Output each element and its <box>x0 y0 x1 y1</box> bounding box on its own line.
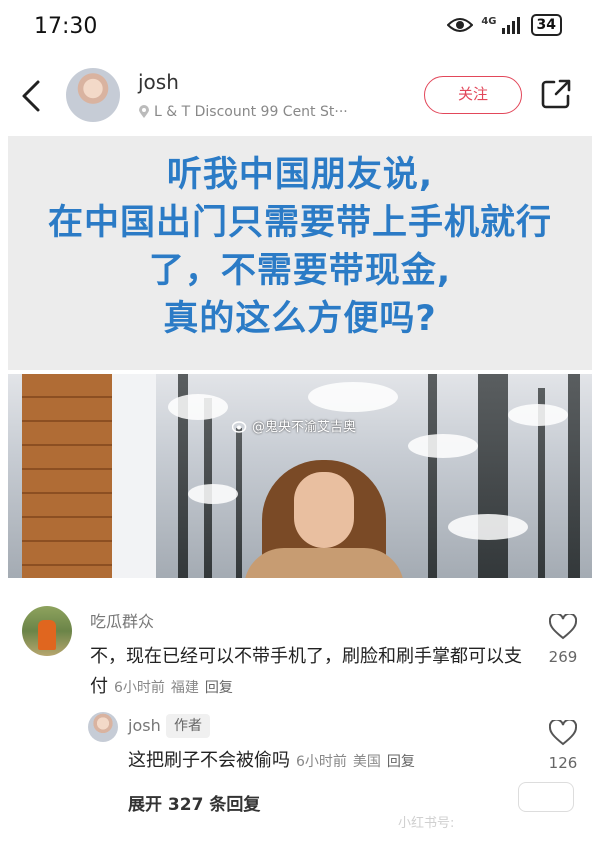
snow-patch <box>408 434 478 458</box>
post-title-line: 真的这么方便吗? <box>163 299 437 339</box>
fur-coat <box>244 548 404 578</box>
tree <box>428 374 437 578</box>
like-count: 126 <box>548 754 578 772</box>
woman-figure <box>244 460 404 578</box>
comment-location: 福建 <box>170 680 199 696</box>
post-title-line: 了，不需要带现金, <box>148 251 452 291</box>
wood-wall <box>22 374 112 578</box>
eye-icon <box>447 18 474 32</box>
comment-text[interactable]: 不，现在已经可以不带手机了，刷脸和刷手掌都可以支付 6小时前 福建 回复 <box>90 642 530 703</box>
bottom-watermark: 小红书号: <box>398 816 455 831</box>
post-header: josh L & T Discount 99 Cent St··· 关注 <box>0 60 600 132</box>
location-pin-icon <box>139 105 149 118</box>
reply-location: 美国 <box>352 754 381 770</box>
reply-body: 这把刷子不会被偷吗 <box>128 750 290 771</box>
author-avatar[interactable] <box>66 68 120 122</box>
commenter-name[interactable]: 吃瓜群众 <box>90 608 154 632</box>
author-username[interactable]: josh <box>138 70 179 94</box>
tree <box>236 428 242 578</box>
snow-patch <box>188 484 238 504</box>
heart-icon[interactable] <box>549 720 577 746</box>
replier-name[interactable]: josh <box>128 716 161 735</box>
heart-icon[interactable] <box>549 614 577 640</box>
snow-patch <box>448 514 528 540</box>
tree <box>568 374 580 578</box>
post-photo[interactable]: @鬼央不渝艾吉奥 <box>8 374 592 578</box>
battery-icon: 34 <box>530 14 562 36</box>
reply-comment: josh 作者 这把刷子不会被偷吗 6小时前 美国 回复 126 <box>0 708 600 788</box>
avatar-figure <box>38 620 56 650</box>
expand-replies-button[interactable]: 展开 327 条回复 <box>128 790 260 815</box>
post-title-line: 听我中国朋友说, <box>166 155 434 195</box>
reply-time: 6小时前 <box>296 754 347 770</box>
author-badge: 作者 <box>166 714 210 738</box>
comment-time: 6小时前 <box>114 680 165 696</box>
reply-text[interactable]: 这把刷子不会被偷吗 6小时前 美国 回复 <box>128 746 538 777</box>
weibo-icon <box>232 420 247 433</box>
post-title-line: 在中国出门只需要带上手机就行 <box>47 203 552 243</box>
post-title-image[interactable]: 听我中国朋友说, 在中国出门只需要带上手机就行 了，不需要带现金, 真的这么方便… <box>8 136 592 370</box>
snow-patch <box>508 404 568 426</box>
back-icon[interactable] <box>18 78 44 114</box>
network-label: 4G <box>481 15 497 27</box>
photo-watermark: @鬼央不渝艾吉奥 <box>232 416 356 435</box>
watermark-text: @鬼央不渝艾吉奥 <box>252 420 357 435</box>
tree <box>478 374 508 578</box>
status-time: 17:30 <box>34 14 98 39</box>
snow-patch <box>168 394 228 420</box>
replier-avatar[interactable] <box>88 712 118 742</box>
location-text: L & T Discount 99 Cent St··· <box>154 104 348 120</box>
reply-button[interactable]: 回复 <box>387 754 415 770</box>
commenter-avatar[interactable] <box>22 606 72 656</box>
status-icons: 4G 34 <box>447 14 562 36</box>
signal-icon <box>501 17 520 34</box>
reply-button[interactable]: 回复 <box>205 680 233 696</box>
snow-patch <box>308 382 398 412</box>
face <box>294 472 354 548</box>
follow-button[interactable]: 关注 <box>424 76 522 114</box>
wall-edge <box>112 374 156 578</box>
share-icon[interactable] <box>540 78 572 110</box>
status-bar: 17:30 4G 34 <box>0 0 600 56</box>
like-count: 269 <box>548 648 578 666</box>
app-logo-watermark <box>518 782 574 812</box>
comment: 吃瓜群众 不，现在已经可以不带手机了，刷脸和刷手掌都可以支付 6小时前 福建 回复 2… <box>0 600 600 700</box>
post-location[interactable]: L & T Discount 99 Cent St··· <box>138 104 348 120</box>
